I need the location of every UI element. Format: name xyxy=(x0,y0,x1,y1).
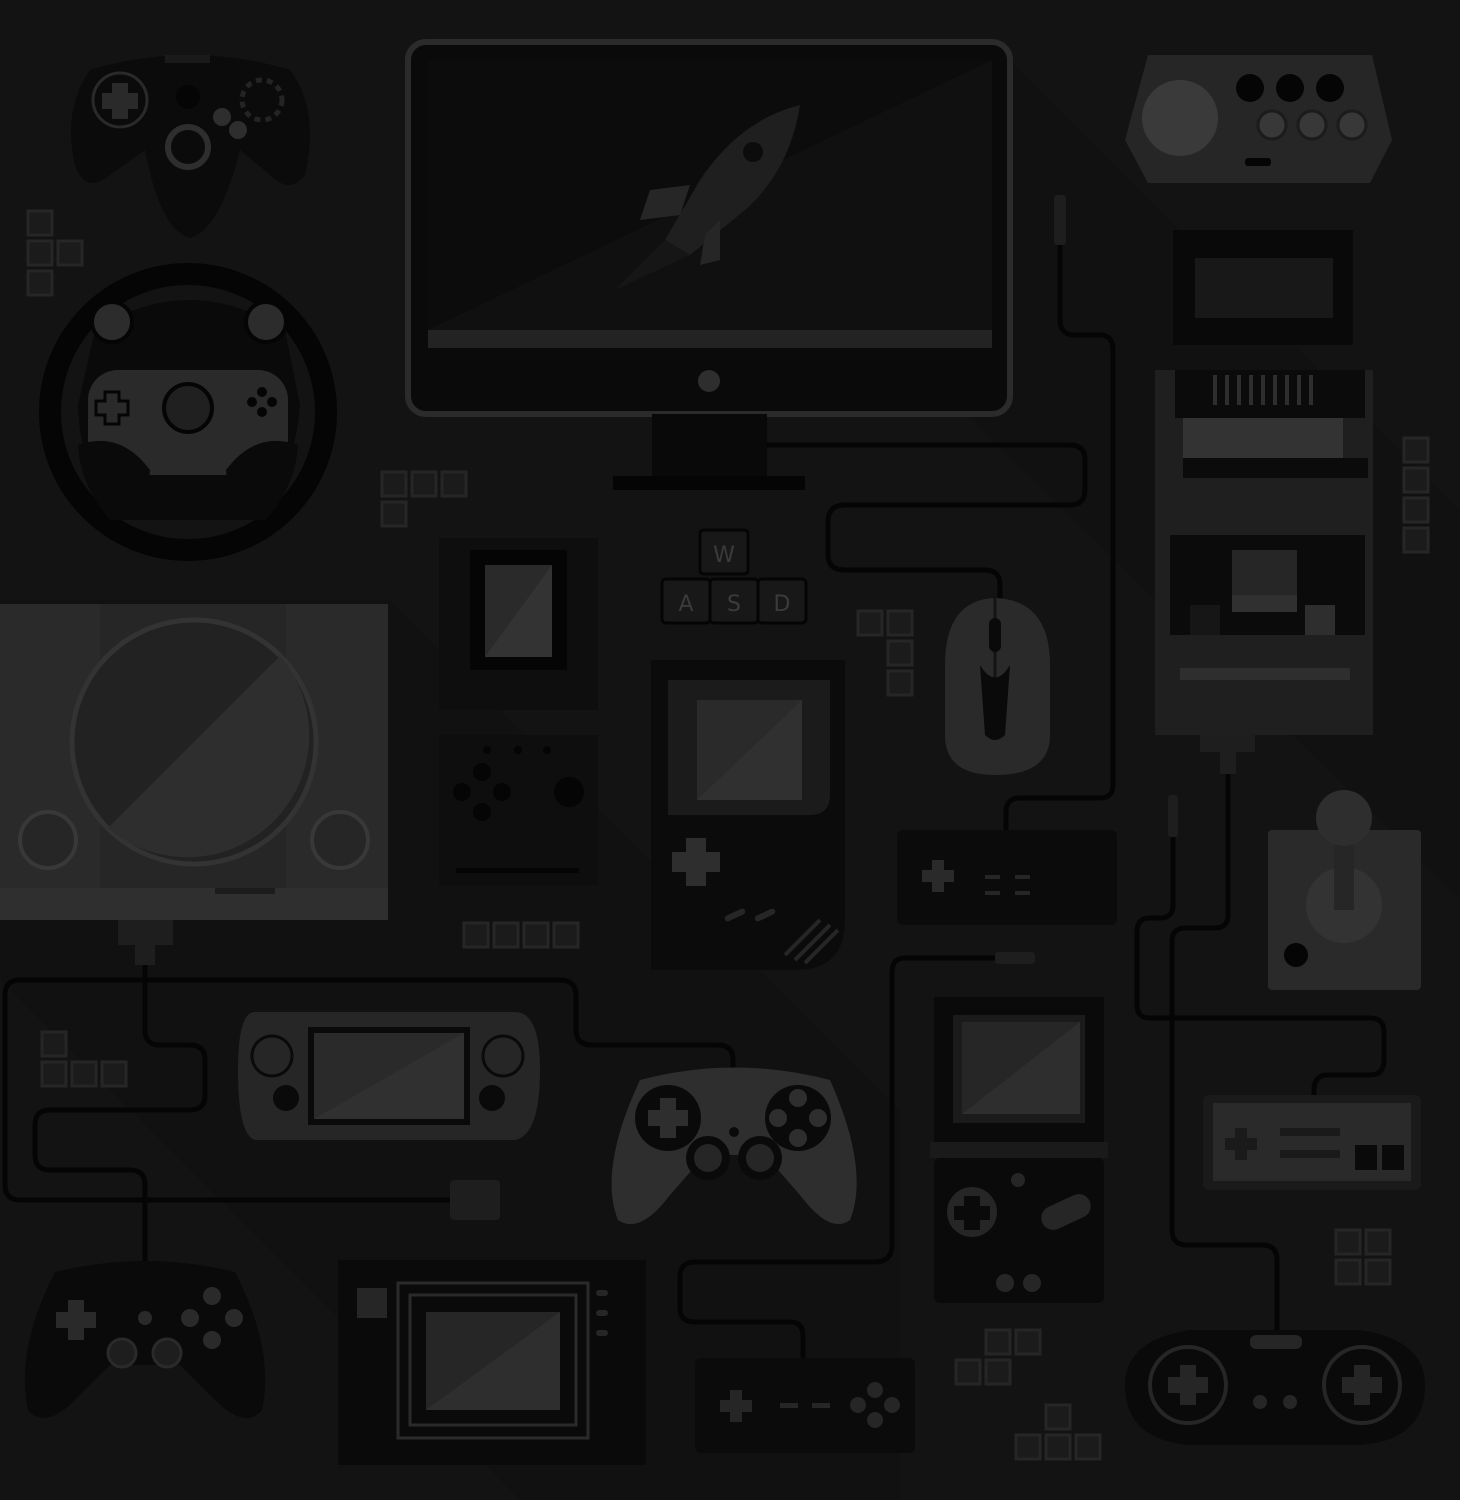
gamepad-icon xyxy=(695,1358,915,1453)
portable-console-icon xyxy=(930,997,1108,1303)
handheld-icon xyxy=(338,1260,646,1465)
gamepad-icon xyxy=(1125,1330,1425,1445)
key-a-label: A xyxy=(678,592,693,617)
game-devices-wallpaper: W A S D xyxy=(0,0,1460,1500)
key-d-label: D xyxy=(774,592,791,617)
key-w-label: W xyxy=(713,543,735,568)
cartridge-icon xyxy=(1173,230,1353,345)
mouse-icon xyxy=(945,598,1050,775)
handheld-icon xyxy=(238,1012,540,1140)
gamepad-icon xyxy=(897,830,1117,925)
gamepad-icon xyxy=(1203,1095,1421,1190)
wallpaper-illustration: W A S D xyxy=(0,0,1460,1500)
portable-console-icon xyxy=(651,660,845,970)
arcade-stick-icon xyxy=(1125,55,1392,183)
steering-wheel-icon xyxy=(39,263,337,561)
key-s-label: S xyxy=(727,592,741,617)
retro-console-icon xyxy=(1155,370,1373,735)
disc-console-icon xyxy=(0,604,388,920)
